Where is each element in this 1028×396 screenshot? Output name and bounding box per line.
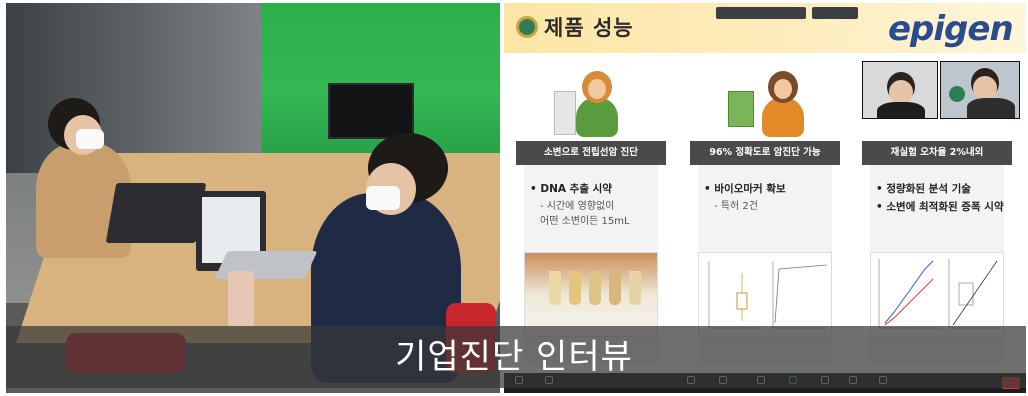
test-tube — [609, 271, 621, 305]
illustration-money-icon — [728, 91, 754, 127]
column-1-photo — [524, 252, 658, 337]
caption-text: 기업진단 인터뷰 — [395, 337, 633, 377]
column-2-plots — [698, 252, 832, 337]
slide-title: 제품 성능 — [544, 16, 634, 40]
column-1-label: 소변으로 전립선암 진단 — [516, 141, 666, 165]
illustration-document-icon — [554, 91, 576, 135]
column-2: 96% 정확도로 암진단 가능 • 바이오마커 확보 - 특허 2건 — [690, 57, 840, 367]
column-2-sub-1: - 특허 2건 — [714, 201, 758, 212]
column-3-label: 재실험 오차율 2%내외 — [862, 141, 1012, 165]
slide-logo-icon — [516, 16, 538, 38]
cup — [228, 271, 254, 327]
meeting-view-pill — [812, 7, 858, 19]
column-1-sub-2: 어떤 소변이든 15mL — [540, 216, 630, 227]
column-1-sub-1: - 시간에 영향없이 — [540, 201, 615, 212]
column-3-plots — [870, 252, 1004, 337]
office-background — [6, 3, 261, 173]
column-3: 재실험 오차율 2%내외 • 정량화된 분석 기술 • 소변에 최적화된 증폭 … — [862, 57, 1012, 367]
illustration-face — [774, 79, 792, 99]
illustration-person-icon — [762, 97, 804, 137]
laptop-left — [105, 183, 207, 243]
column-1-bullet-1: • DNA 추출 시약 — [530, 183, 612, 195]
test-tube — [569, 271, 581, 305]
person-right-mask — [366, 186, 400, 210]
monitor — [328, 83, 414, 139]
illustration-face — [588, 79, 606, 99]
column-2-bullet-1: • 바이오마커 확보 — [704, 183, 786, 195]
brand-logo: epigen — [888, 9, 1014, 49]
person-left-mask — [76, 129, 104, 149]
test-tube — [589, 271, 601, 305]
test-tube — [549, 271, 561, 305]
plot-graphic — [708, 261, 828, 329]
column-3-bullet-2: • 소변에 최적화된 증폭 시약 — [876, 201, 1004, 213]
illustration-person-icon — [576, 97, 618, 137]
column-1: 소변으로 전립선암 진단 • DNA 추출 시약 - 시간에 영향없이 어떤 소… — [516, 57, 666, 367]
test-tube — [629, 271, 641, 305]
column-3-bullet-1: • 정량화된 분석 기술 — [876, 183, 971, 195]
meeting-status-pill — [716, 7, 806, 19]
plot-graphic — [878, 259, 1001, 329]
column-2-label: 96% 정확도로 암진단 가능 — [690, 141, 840, 165]
